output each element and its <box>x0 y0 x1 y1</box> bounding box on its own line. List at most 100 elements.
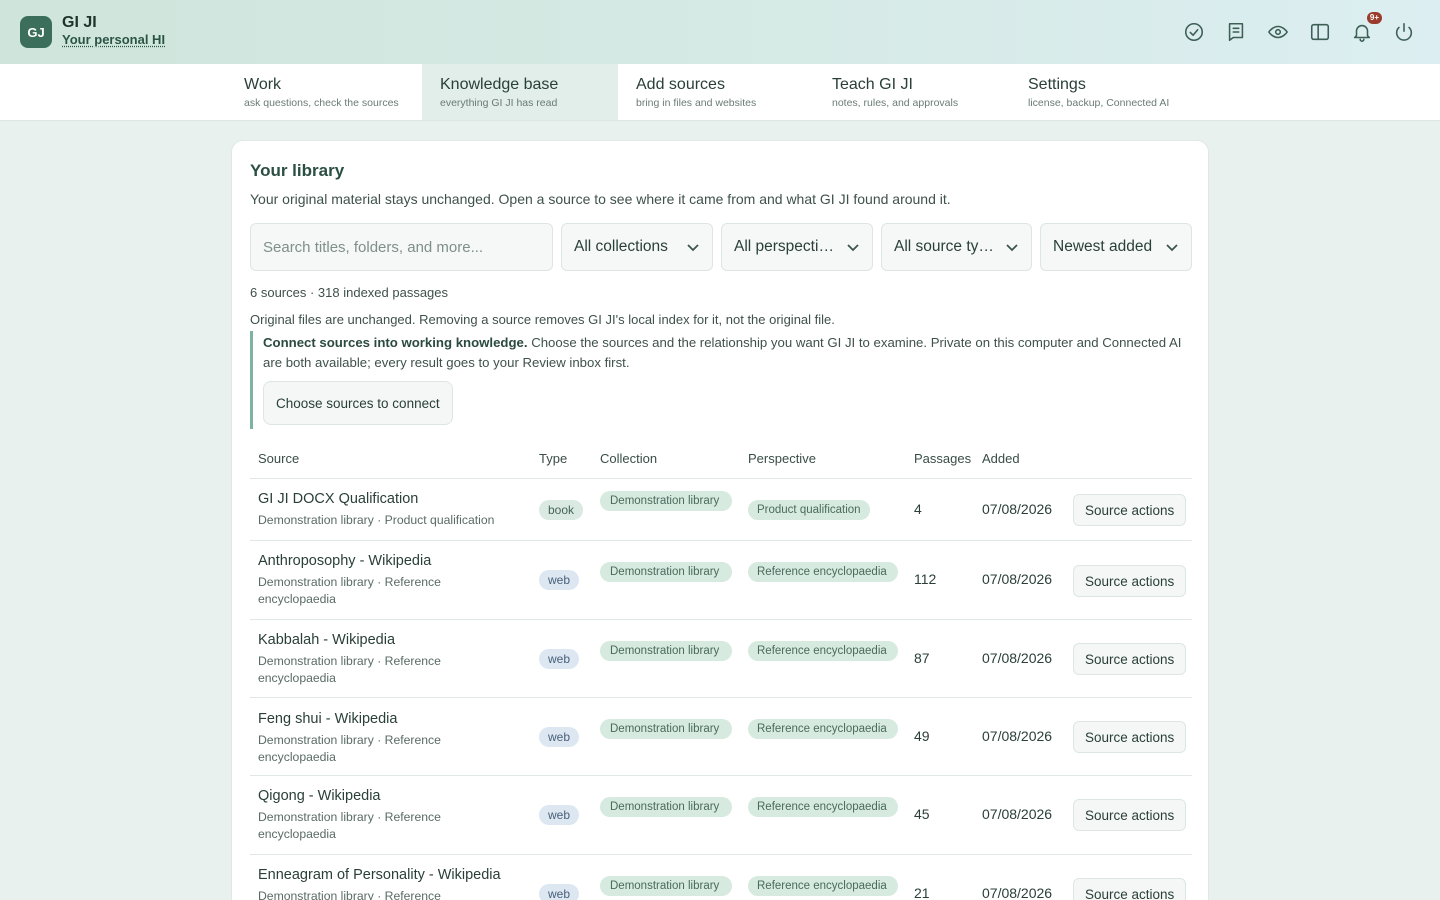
source-meta: Demonstration library · Reference encycl… <box>258 575 441 606</box>
tab-title: Add sources <box>636 76 725 93</box>
tab-knowledge-base[interactable]: Knowledge base everything GI JI has read <box>422 64 618 120</box>
bell-icon[interactable]: 9+ <box>1350 12 1382 46</box>
chevron-down-icon <box>847 244 859 252</box>
notification-badge: 9+ <box>1366 12 1382 24</box>
sort-select[interactable]: Newest added <box>1040 223 1192 271</box>
source-actions-button[interactable]: Source actions <box>1073 565 1187 597</box>
collection-badge: Demonstration library <box>600 562 732 582</box>
tab-subtitle: license, backup, Connected AI <box>1028 97 1170 109</box>
source-count: 6 sources · 318 indexed passages <box>250 285 449 300</box>
search-input[interactable] <box>251 224 552 270</box>
added-date: 07/08/2026 <box>982 885 1053 900</box>
table-row[interactable]: Qigong - Wikipedia Demonstration library… <box>250 776 1192 855</box>
tab-title: Knowledge base <box>440 76 559 93</box>
column-header-type[interactable]: Type <box>539 451 567 466</box>
column-header-passages[interactable]: Passages <box>914 451 971 466</box>
app-subtitle-link[interactable]: Your personal HI <box>62 32 165 47</box>
added-date: 07/08/2026 <box>982 728 1053 744</box>
library-description: Your original material stays unchanged. … <box>250 191 951 207</box>
chevron-down-icon <box>1166 244 1178 252</box>
type-badge: book <box>539 500 584 520</box>
library-card: Your library Your original material stay… <box>231 140 1209 900</box>
source-actions-button[interactable]: Source actions <box>1073 878 1187 900</box>
page-title: Your library <box>250 161 345 180</box>
source-actions-button[interactable]: Source actions <box>1073 721 1187 753</box>
source-title[interactable]: GI JI DOCX Qualification <box>258 491 508 507</box>
added-date: 07/08/2026 <box>982 571 1053 587</box>
table-row[interactable]: GI JI DOCX Qualification Demonstration l… <box>250 479 1192 541</box>
connect-text: Connect sources into working knowledge. … <box>263 333 1192 373</box>
select-value: All perspectives <box>734 238 838 255</box>
added-date: 07/08/2026 <box>982 501 1053 517</box>
power-icon[interactable] <box>1392 18 1416 46</box>
select-value: All source types <box>894 238 997 255</box>
passage-count: 45 <box>914 806 930 822</box>
perspective-badge: Reference encyclopaedia <box>748 641 898 661</box>
app-logo: GJ <box>20 16 52 48</box>
connect-sources-callout: Connect sources into working knowledge. … <box>250 331 1192 429</box>
column-header-source[interactable]: Source <box>258 451 299 466</box>
collection-badge: Demonstration library <box>600 876 732 896</box>
perspective-badge: Reference encyclopaedia <box>748 562 898 582</box>
type-badge: web <box>539 884 580 900</box>
passage-count: 49 <box>914 728 930 744</box>
source-title[interactable]: Qigong - Wikipedia <box>258 788 508 804</box>
select-value: All collections <box>574 238 668 255</box>
source-types-select[interactable]: All source types <box>881 223 1032 271</box>
tab-subtitle: bring in files and websites <box>636 97 757 109</box>
passage-count: 112 <box>914 571 937 587</box>
sidebar-icon[interactable] <box>1308 18 1332 46</box>
collections-select[interactable]: All collections <box>561 223 713 271</box>
type-badge: web <box>539 805 580 825</box>
tab-title: Settings <box>1028 76 1086 93</box>
passage-count: 87 <box>914 650 930 666</box>
top-bar: GJ GI JI Your personal HI 9+ <box>0 0 1440 64</box>
source-meta: Demonstration library · Product qualific… <box>258 513 495 527</box>
source-actions-button[interactable]: Source actions <box>1073 494 1187 526</box>
added-date: 07/08/2026 <box>982 650 1053 666</box>
original-files-note: Original files are unchanged. Removing a… <box>250 312 835 327</box>
type-badge: web <box>539 649 580 669</box>
chevron-down-icon <box>1006 244 1018 252</box>
tab-subtitle: ask questions, check the sources <box>244 97 399 109</box>
tab-add-sources[interactable]: Add sources bring in files and websites <box>618 64 814 120</box>
notebook-icon[interactable] <box>1224 18 1248 46</box>
chevron-down-icon <box>687 244 699 252</box>
source-meta: Demonstration library · Reference encycl… <box>258 733 441 764</box>
table-row[interactable]: Feng shui - Wikipedia Demonstration libr… <box>250 698 1192 776</box>
perspectives-select[interactable]: All perspectives <box>721 223 873 271</box>
select-value: Newest added <box>1053 238 1153 255</box>
perspective-badge: Reference encyclopaedia <box>748 797 898 817</box>
perspective-badge: Product qualification <box>748 500 870 520</box>
tab-title: Teach GI JI <box>832 76 913 93</box>
table-row[interactable]: Kabbalah - Wikipedia Demonstration libra… <box>250 620 1192 698</box>
collection-badge: Demonstration library <box>600 491 732 511</box>
perspective-badge: Reference encyclopaedia <box>748 876 898 896</box>
tab-settings[interactable]: Settings license, backup, Connected AI <box>1010 64 1206 120</box>
table-row[interactable]: Enneagram of Personality - Wikipedia Dem… <box>250 855 1192 900</box>
check-circle-icon[interactable] <box>1182 18 1206 46</box>
collection-badge: Demonstration library <box>600 641 732 661</box>
tab-work[interactable]: Work ask questions, check the sources <box>226 64 422 120</box>
source-title[interactable]: Kabbalah - Wikipedia <box>258 632 508 648</box>
column-header-collection[interactable]: Collection <box>600 451 657 466</box>
eye-icon[interactable] <box>1266 18 1290 46</box>
source-title[interactable]: Enneagram of Personality - Wikipedia <box>258 867 508 883</box>
column-header-added[interactable]: Added <box>982 451 1020 466</box>
source-actions-button[interactable]: Source actions <box>1073 643 1187 675</box>
source-meta: Demonstration library · Reference encycl… <box>258 810 441 841</box>
table-row[interactable]: Anthroposophy - Wikipedia Demonstration … <box>250 541 1192 620</box>
column-header-perspective[interactable]: Perspective <box>748 451 816 466</box>
choose-sources-button[interactable]: Choose sources to connect <box>263 381 453 425</box>
passage-count: 21 <box>914 885 930 900</box>
source-actions-button[interactable]: Source actions <box>1073 799 1187 831</box>
source-title[interactable]: Feng shui - Wikipedia <box>258 711 508 727</box>
perspective-badge: Reference encyclopaedia <box>748 719 898 739</box>
source-meta: Demonstration library · Reference encycl… <box>258 654 441 685</box>
added-date: 07/08/2026 <box>982 806 1053 822</box>
app-name: GI JI <box>62 14 97 31</box>
source-title[interactable]: Anthroposophy - Wikipedia <box>258 553 508 569</box>
main-tabs: Work ask questions, check the sources Kn… <box>0 64 1440 121</box>
collection-badge: Demonstration library <box>600 797 732 817</box>
tab-teach[interactable]: Teach GI JI notes, rules, and approvals <box>814 64 1010 120</box>
